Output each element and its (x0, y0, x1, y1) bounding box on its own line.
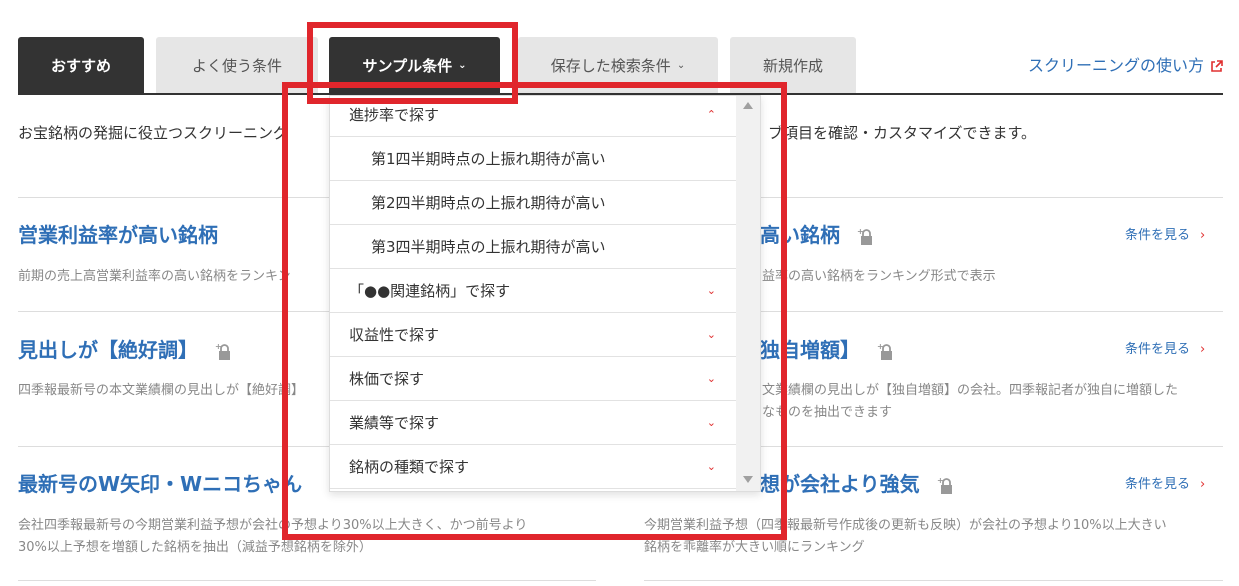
dropdown-list: 進捗率で探す ⌃ 第1四半期時点の上振れ期待が高い 第2四半期時点の上振れ期待が高… (330, 96, 738, 489)
intro-text-right: ブ項目を確認・カスタマイズできます。 (768, 124, 1037, 142)
card-desc-line2: 30%以上予想を増額した銘柄を抽出（減益予想銘柄を除外） (18, 540, 372, 555)
card-desc: 益率の高い銘柄をランキング形式で表示 (762, 269, 996, 284)
menu-item-label: 業績等で探す (349, 414, 440, 432)
chevron-down-icon: ⌄ (706, 372, 716, 385)
tab-new-label: 新規作成 (762, 56, 823, 75)
card-title-w-arrow[interactable]: 最新号のW矢印・Wニコちゃん (18, 468, 302, 497)
sample-conditions-dropdown[interactable]: 進捗率で探す ⌃ 第1四半期時点の上振れ期待が高い 第2四半期時点の上振れ期待が高… (329, 95, 761, 492)
tab-recommended-label: おすすめ (50, 56, 111, 75)
see-conditions-link[interactable]: 条件を見る › (1125, 224, 1205, 243)
card-desc-line2: なものを抽出できます (762, 405, 893, 420)
menu-item-label: 収益性で探す (349, 326, 440, 344)
divider (18, 580, 596, 581)
see-label: 条件を見る (1125, 477, 1191, 492)
scroll-up-arrow-icon[interactable] (743, 102, 753, 109)
tab-frequent-label: よく使う条件 (191, 56, 282, 75)
menu-item-label: 進捗率で探す (349, 106, 440, 124)
tab-frequent[interactable]: よく使う条件 (156, 37, 318, 93)
lock-plus-icon: + (937, 477, 953, 495)
card-title-dokuji-zougaku[interactable]: 独自増額】 + (760, 334, 893, 363)
card-title-text: 見出しが【絶好調】 (18, 338, 198, 362)
menu-item-stock-type[interactable]: 銘柄の種類で探す ⌄ (330, 445, 738, 489)
chevron-right-icon: › (1200, 477, 1206, 492)
chevron-down-icon: ⌄ (706, 416, 716, 429)
see-label: 条件を見る (1125, 228, 1191, 243)
lock-plus-icon: + (215, 343, 231, 361)
chevron-up-icon: ⌃ (706, 108, 716, 121)
chevron-down-icon: ⌄ (458, 59, 467, 71)
help-link-label: スクリーニングの使い方 (1027, 56, 1204, 75)
chevron-right-icon: › (1200, 228, 1206, 243)
card-desc: 四季報最新号の本文業績欄の見出しが【絶好調】 (18, 383, 305, 398)
menu-item-label: 株価で探す (349, 370, 425, 388)
menu-item-label: 「●●関連銘柄」で探す (349, 282, 511, 300)
lock-plus-icon: + (877, 343, 893, 361)
tab-sample-label: サンプル条件 (362, 56, 453, 75)
menu-item-label: 第1四半期時点の上振れ期待が高い (371, 150, 606, 168)
menu-item-label: 銘柄の種類で探す (349, 458, 470, 476)
card-title-high-stock[interactable]: 高い銘柄 + (760, 219, 873, 248)
card-title-operating-margin[interactable]: 営業利益率が高い銘柄 (18, 219, 218, 248)
screening-help-link[interactable]: スクリーニングの使い方 (1028, 52, 1223, 76)
lock-plus-icon: + (857, 228, 873, 246)
card-title-text: 独自増額】 (760, 338, 860, 362)
card-title-text: 想が会社より強気 (760, 472, 920, 496)
card-desc-line1: 今期営業利益予想（四季報最新号作成後の更新も反映）が会社の予想より10%以上大き… (644, 518, 1167, 533)
tab-sample[interactable]: サンプル条件 ⌄ (329, 37, 500, 93)
see-conditions-link[interactable]: 条件を見る › (1125, 338, 1205, 357)
menu-item-performance[interactable]: 業績等で探す ⌄ (330, 401, 738, 445)
intro-text-left: お宝銘柄の発掘に役立つスクリーニング (18, 124, 289, 142)
scroll-down-arrow-icon[interactable] (743, 476, 753, 483)
tab-saved[interactable]: 保存した検索条件 ⌄ (518, 37, 718, 93)
card-desc-line1: 文業績欄の見出しが【独自増額】の会社。四季報記者が独自に増額した (762, 383, 1179, 398)
menu-item-related-stocks[interactable]: 「●●関連銘柄」で探す ⌄ (330, 269, 738, 313)
card-desc-line1: 会社四季報最新号の今期営業利益予想が会社の予想より30%以上大きく、かつ前号より (18, 518, 528, 533)
chevron-right-icon: › (1200, 342, 1206, 357)
chevron-down-icon: ⌄ (676, 59, 686, 71)
tab-recommended[interactable]: おすすめ (18, 37, 144, 93)
chevron-down-icon: ⌄ (706, 460, 716, 473)
menu-item-profitability[interactable]: 収益性で探す ⌄ (330, 313, 738, 357)
see-conditions-link[interactable]: 条件を見る › (1125, 473, 1205, 492)
card-title-bullish-forecast[interactable]: 想が会社より強気 + (760, 468, 953, 497)
external-link-icon (1210, 58, 1223, 72)
menu-item-label: 第2四半期時点の上振れ期待が高い (371, 194, 606, 212)
card-desc: 前期の売上高営業利益率の高い銘柄をランキン (18, 269, 291, 284)
see-label: 条件を見る (1125, 342, 1191, 357)
menu-subitem-q2[interactable]: 第2四半期時点の上振れ期待が高い (330, 181, 738, 225)
menu-item-label: 第3四半期時点の上振れ期待が高い (371, 238, 606, 256)
card-title-zekkocho[interactable]: 見出しが【絶好調】 + (18, 334, 231, 363)
card-title-text: 最新号のW矢印・Wニコちゃん (18, 472, 303, 496)
chevron-down-icon: ⌄ (706, 328, 716, 341)
menu-item-progress-rate[interactable]: 進捗率で探す ⌃ (330, 96, 738, 137)
tab-new[interactable]: 新規作成 (730, 37, 856, 93)
chevron-down-icon: ⌄ (706, 284, 716, 297)
menu-subitem-q3[interactable]: 第3四半期時点の上振れ期待が高い (330, 225, 738, 269)
divider (644, 580, 1223, 581)
card-title-text: 高い銘柄 (760, 223, 840, 247)
card-desc-line2: 銘柄を乖離率が大きい順にランキング (644, 540, 865, 555)
menu-item-stock-price[interactable]: 株価で探す ⌄ (330, 357, 738, 401)
tab-saved-label: 保存した検索条件 (550, 56, 671, 75)
menu-subitem-q1[interactable]: 第1四半期時点の上振れ期待が高い (330, 137, 738, 181)
dropdown-scrollbar[interactable] (736, 96, 760, 491)
